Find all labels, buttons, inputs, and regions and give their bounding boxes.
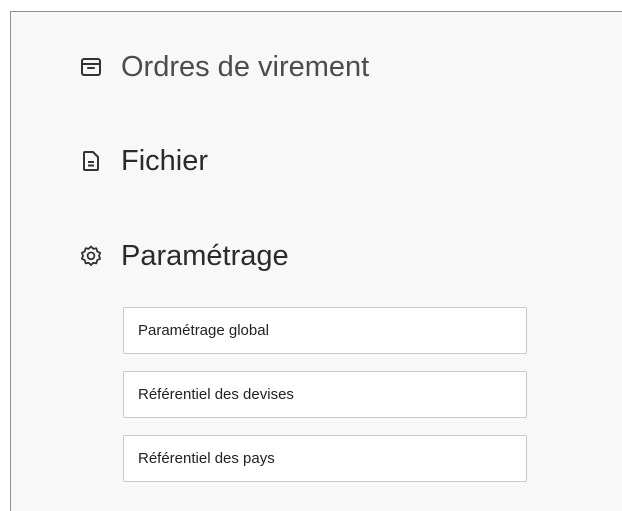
- menu-section-parametrage[interactable]: Paramétrage: [79, 239, 289, 273]
- gear-icon: [79, 244, 103, 268]
- archive-box-icon: [79, 55, 103, 79]
- menu-section-label: Fichier: [121, 145, 209, 177]
- submenu-item-referentiel-devises[interactable]: Référentiel des devises: [123, 371, 527, 418]
- submenu-item-referentiel-pays[interactable]: Référentiel des pays: [123, 435, 527, 482]
- submenu-item-parametrage-global[interactable]: Paramétrage global: [123, 307, 527, 354]
- menu-section-fichier[interactable]: Fichier: [79, 144, 208, 178]
- menu-section-label: Ordres de virement: [121, 51, 370, 83]
- menu-section-ordres-de-virement[interactable]: Ordres de virement: [79, 50, 369, 84]
- menu-section-label: Paramétrage: [121, 240, 289, 272]
- document-icon: [79, 149, 103, 173]
